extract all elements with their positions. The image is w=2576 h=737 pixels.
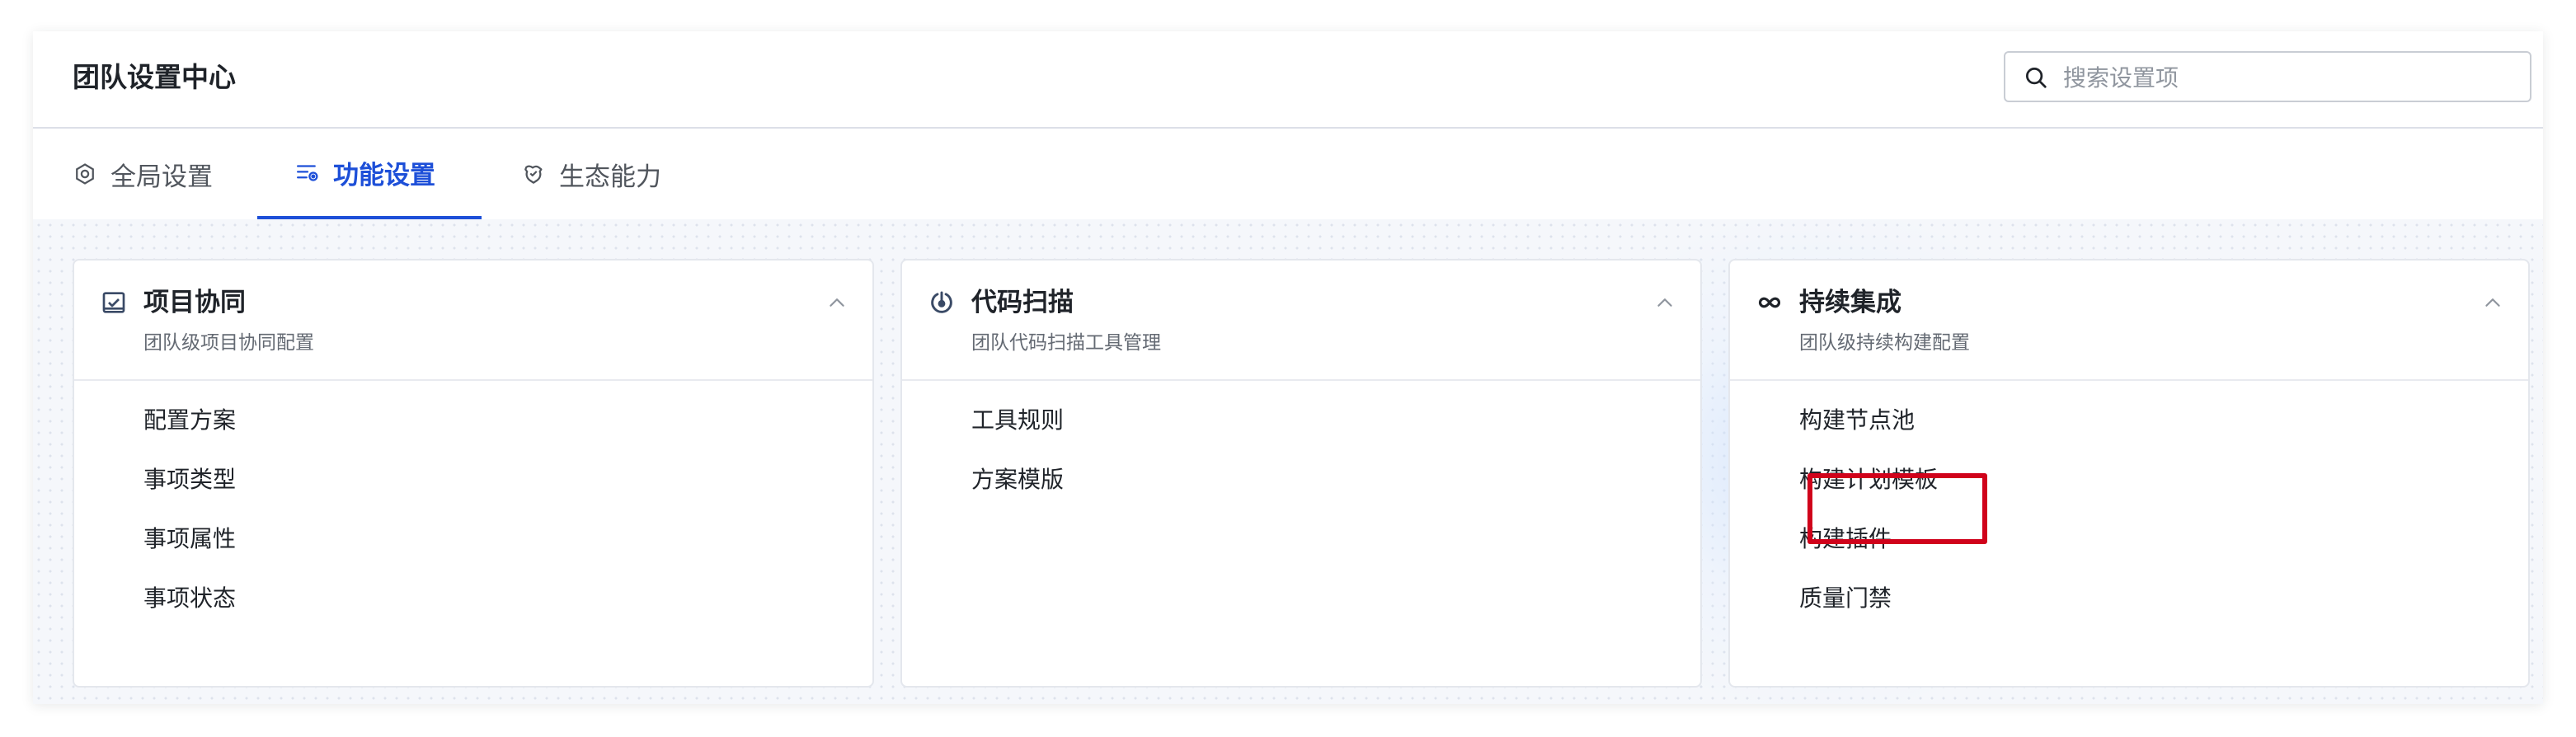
project-board-icon: [102, 292, 125, 313]
card-item-build-node-pool[interactable]: 构建节点池: [1799, 396, 1938, 455]
card-continuous-integration: 持续集成 团队级持续构建配置 构建节点池 构建计划模板 构建插件 质量门禁: [1728, 259, 2530, 688]
tab-feature-settings[interactable]: 功能设置: [257, 129, 482, 219]
card-item-list: 工具规则 方案模版: [971, 396, 1064, 514]
tab-label: 生态能力: [559, 162, 661, 192]
tab-bar: 全局设置 功能设置 生态能力: [33, 129, 2543, 219]
feature-settings-icon: [297, 165, 318, 181]
card-item-quality-gate[interactable]: 质量门禁: [1799, 574, 1938, 633]
card-item-list: 配置方案 事项类型 事项属性 事项状态: [143, 396, 236, 633]
card-item-config-scheme[interactable]: 配置方案: [143, 396, 236, 455]
search-icon: [2026, 68, 2047, 88]
gear-icon: [76, 163, 94, 185]
card-code-scan: 代码扫描 团队代码扫描工具管理 工具规则 方案模版: [900, 259, 1702, 688]
card-item-list: 构建节点池 构建计划模板 构建插件 质量门禁: [1799, 396, 1938, 633]
card-subtitle: 团队级持续构建配置: [1799, 332, 1970, 354]
card-subtitle: 团队代码扫描工具管理: [971, 332, 1161, 354]
card-header[interactable]: 代码扫描 团队代码扫描工具管理: [902, 261, 1700, 381]
card-item-scheme-templates[interactable]: 方案模版: [971, 455, 1064, 514]
card-item-issue-status[interactable]: 事项状态: [143, 574, 236, 633]
card-title: 项目协同: [143, 288, 246, 317]
card-item-tool-rules[interactable]: 工具规则: [971, 396, 1064, 455]
page-title: 团队设置中心: [73, 61, 236, 93]
card-subtitle: 团队级项目协同配置: [143, 332, 314, 354]
card-title: 持续集成: [1799, 288, 1901, 317]
ecosystem-icon: [524, 165, 543, 184]
settings-content: 项目协同 团队级项目协同配置 配置方案 事项类型 事项属性 事项状态 代码扫描 …: [33, 219, 2543, 704]
card-header[interactable]: 持续集成 团队级持续构建配置: [1730, 261, 2528, 381]
card-item-issue-types[interactable]: 事项类型: [143, 455, 236, 514]
search-input[interactable]: [2061, 59, 2518, 96]
page-header: 团队设置中心: [33, 31, 2543, 129]
card-item-issue-fields[interactable]: 事项属性: [143, 514, 236, 574]
chevron-up-icon[interactable]: [826, 292, 848, 313]
chevron-up-icon[interactable]: [2482, 292, 2503, 313]
card-item-build-plan-template[interactable]: 构建计划模板: [1799, 455, 1938, 514]
settings-window: 团队设置中心 全局设置 功能设置: [33, 31, 2543, 704]
tab-global-settings[interactable]: 全局设置: [73, 129, 213, 219]
tab-label: 全局设置: [110, 162, 213, 192]
infinity-icon: [1759, 297, 1780, 308]
card-header[interactable]: 项目协同 团队级项目协同配置: [74, 261, 872, 381]
card-project-collaboration: 项目协同 团队级项目协同配置 配置方案 事项类型 事项属性 事项状态: [73, 259, 874, 688]
chevron-up-icon[interactable]: [1654, 292, 1676, 313]
search-box[interactable]: [2004, 51, 2531, 102]
card-item-build-plugins[interactable]: 构建插件: [1799, 514, 1938, 574]
tab-ecosystem[interactable]: 生态能力: [521, 129, 661, 219]
card-title: 代码扫描: [971, 288, 1074, 317]
tab-label: 功能设置: [333, 160, 435, 190]
scan-icon: [931, 291, 952, 313]
